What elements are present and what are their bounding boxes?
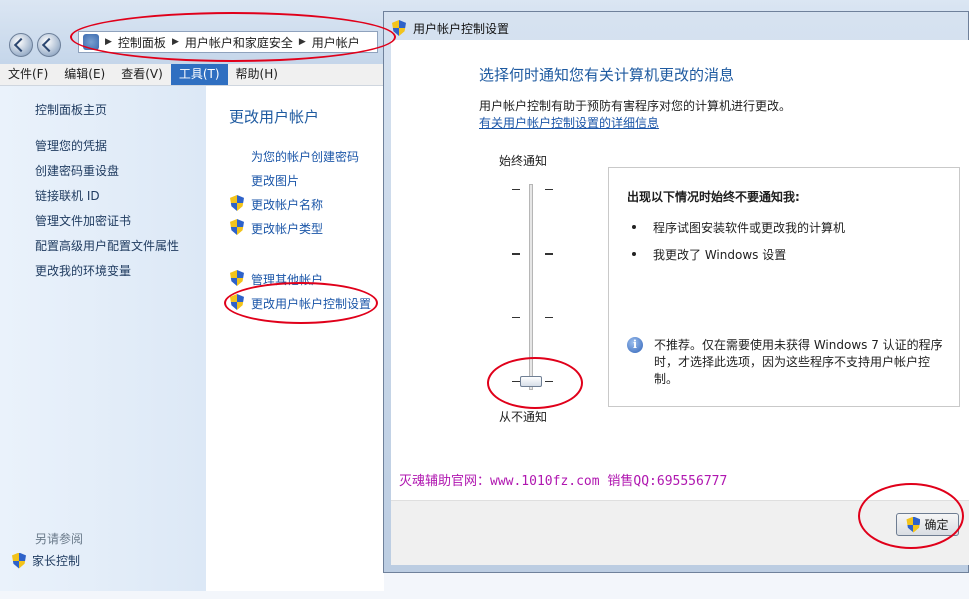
menu-bar: 文件(F) 编辑(E) 查看(V) 工具(T) 帮助(H) bbox=[0, 64, 384, 86]
create-reset-disk-link[interactable]: 创建密码重设盘 bbox=[35, 162, 119, 179]
chevron-right-icon: ▶ bbox=[171, 37, 179, 47]
menu-tools[interactable]: 工具(T) bbox=[170, 64, 228, 85]
menu-view[interactable]: 查看(V) bbox=[113, 64, 171, 85]
info-bullet: 我更改了 Windows 设置 bbox=[653, 248, 787, 262]
change-picture-link[interactable]: 更改图片 bbox=[251, 172, 299, 189]
control-panel-home-link[interactable]: 控制面板主页 bbox=[35, 101, 107, 118]
info-bullet: 程序试图安装软件或更改我的计算机 bbox=[653, 221, 846, 235]
env-variables-link[interactable]: 更改我的环境变量 bbox=[35, 262, 131, 279]
dialog-heading: 选择何时通知您有关计算机更改的消息 bbox=[479, 66, 735, 84]
change-account-type-link[interactable]: 更改帐户类型 bbox=[251, 220, 323, 237]
change-account-name-link[interactable]: 更改帐户名称 bbox=[251, 196, 323, 213]
slider-tick bbox=[545, 381, 553, 382]
chevron-right-icon: ▶ bbox=[105, 37, 112, 47]
address-bar[interactable]: ▶ 控制面板 ▶ 用户帐户和家庭安全 ▶ 用户帐户 bbox=[78, 31, 378, 53]
breadcrumb-user-accounts-family[interactable]: 用户帐户和家庭安全 bbox=[185, 34, 293, 51]
bullet-icon bbox=[632, 252, 636, 256]
control-panel-icon bbox=[83, 34, 99, 50]
menu-help[interactable]: 帮助(H) bbox=[228, 64, 286, 85]
create-password-link[interactable]: 为您的帐户创建密码 bbox=[251, 148, 359, 165]
slider-tick bbox=[512, 381, 520, 382]
slider-thumb[interactable] bbox=[520, 376, 542, 387]
slider-track[interactable] bbox=[529, 184, 533, 390]
bullet-icon bbox=[632, 225, 636, 229]
shield-icon bbox=[906, 516, 921, 533]
slider-top-label: 始终通知 bbox=[499, 154, 548, 168]
forward-button[interactable] bbox=[37, 33, 61, 57]
manage-credentials-link[interactable]: 管理您的凭据 bbox=[35, 137, 107, 154]
breadcrumb-control-panel[interactable]: 控制面板 bbox=[118, 34, 166, 51]
page-title: 更改用户帐户 bbox=[229, 108, 320, 126]
slider-tick bbox=[545, 253, 553, 255]
slider-tick bbox=[545, 189, 553, 190]
dialog-footer bbox=[391, 500, 969, 565]
manage-other-accounts-link[interactable]: 管理其他帐户 bbox=[251, 271, 323, 288]
info-note: 不推荐。仅在需要使用未获得 Windows 7 认证的程序时，才选择此选项，因为… bbox=[654, 338, 943, 386]
uac-settings-link[interactable]: 更改用户帐户控制设置 bbox=[251, 295, 371, 312]
link-online-id-link[interactable]: 链接联机 ID bbox=[35, 187, 100, 204]
menu-file[interactable]: 文件(F) bbox=[0, 64, 56, 85]
dialog-description: 用户帐户控制有助于预防有害程序对您的计算机进行更改。 bbox=[479, 99, 792, 113]
promo-watermark-text: 灭魂辅助官网：www.1010fz.com 销售QQ:695556777 bbox=[399, 474, 728, 489]
slider-bottom-label: 从不通知 bbox=[499, 410, 548, 424]
parental-controls-link[interactable]: 家长控制 bbox=[12, 552, 80, 569]
info-icon: i bbox=[627, 337, 643, 353]
menu-edit[interactable]: 编辑(E) bbox=[56, 64, 113, 85]
slider-tick bbox=[512, 253, 520, 255]
info-title: 出现以下情况时始终不要通知我: bbox=[627, 190, 800, 204]
shield-icon bbox=[12, 552, 26, 569]
ok-button-label: 确定 bbox=[924, 518, 949, 532]
parental-controls-label: 家长控制 bbox=[32, 554, 81, 568]
advanced-profile-link[interactable]: 配置高级用户配置文件属性 bbox=[35, 237, 179, 254]
dialog-title: 用户帐户控制设置 bbox=[413, 22, 510, 36]
back-button[interactable] bbox=[9, 33, 33, 57]
uac-details-link[interactable]: 有关用户帐户控制设置的详细信息 bbox=[479, 114, 659, 131]
slider-tick bbox=[512, 317, 520, 318]
manage-encryption-cert-link[interactable]: 管理文件加密证书 bbox=[35, 212, 131, 229]
breadcrumb-user-accounts[interactable]: 用户帐户 bbox=[312, 34, 360, 51]
slider-tick bbox=[512, 189, 520, 190]
chevron-right-icon: ▶ bbox=[298, 37, 306, 47]
ok-button[interactable]: 确定 bbox=[896, 513, 959, 536]
see-also-label: 另请参阅 bbox=[35, 532, 84, 546]
slider-tick bbox=[545, 317, 553, 318]
